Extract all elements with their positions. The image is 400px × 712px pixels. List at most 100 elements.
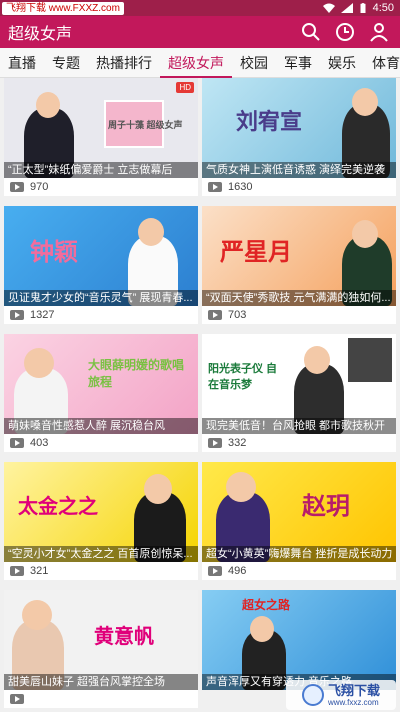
video-caption: 见证鬼才少女的“音乐灵气” 展现青春... [4,290,198,306]
video-card[interactable]: 周子十藻 超级女声 HD “正太型”妹纸偏爱爵士 立志做幕后 970 [4,78,198,196]
video-card[interactable]: 阳光表子仪 自在音乐梦 现完美低音！台风抢眼 都市歌技秋开 332 [202,334,396,452]
watermark-logo-icon [301,684,324,706]
poster-text: 大眼薛明媛的歌唱旅程 [88,358,185,389]
play-count-icon [208,438,222,448]
video-meta: 321 [4,562,198,580]
video-thumbnail[interactable]: 大眼薛明媛的歌唱旅程 萌妹嗓音性感惹人醉 展沉稳台风 [4,334,198,434]
search-button[interactable] [300,21,322,43]
video-thumbnail[interactable]: 严星月 “双面天使”秀歌技 元气满满的独如何... [202,206,396,306]
video-card[interactable]: 赵玥 超女“小黄英”嗨爆舞台 挫折是成长动力 496 [202,462,396,580]
video-thumbnail[interactable]: 刘宥宣 气质女神上演低音诱惑 演绎完美逆袭 [202,78,396,178]
tab-military[interactable]: 军事 [276,48,320,78]
video-card[interactable]: 大眼薛明媛的歌唱旅程 萌妹嗓音性感惹人醉 展沉稳台风 403 [4,334,198,452]
performer-face [24,348,54,378]
video-meta: 1630 [202,178,396,196]
play-count-icon [10,566,24,576]
poster-text: 阳光表子仪 自在音乐梦 [208,363,278,391]
wifi-icon [322,3,335,13]
video-caption: “空灵小才女”太金之之 百首原创惊呆... [4,546,198,562]
play-count-icon [10,310,24,320]
video-meta: 1327 [4,306,198,324]
app-bar: 超级女声 [0,16,400,48]
performer-face [138,218,164,246]
video-card[interactable]: 刘宥宣 气质女神上演低音诱惑 演绎完美逆袭 1630 [202,78,396,196]
battery-icon [360,3,366,13]
performer-face [250,616,274,642]
video-card[interactable]: 严星月 “双面天使”秀歌技 元气满满的独如何... 703 [202,206,396,324]
video-meta: 970 [4,178,198,196]
video-grid: 周子十藻 超级女声 HD “正太型”妹纸偏爱爵士 立志做幕后 970 刘宥宣 气… [0,78,400,712]
play-count: 332 [228,437,247,449]
signal-icon [340,3,353,13]
performer-face [304,346,330,374]
play-count: 1327 [30,309,55,321]
video-card[interactable]: 超女之路 声音浑厚又有穿透力 音乐之路 [202,590,396,690]
inset-photo [348,338,392,382]
status-bar: 飞翔下载 www.FXXZ.com 4:50 [0,0,400,16]
watermark-url: www.fxxz.com [327,697,379,707]
poster-text: 刘宥宣 [236,109,303,134]
video-caption: “正太型”妹纸偏爱爵士 立志做幕后 [4,162,198,178]
poster-text: 严星月 [220,239,292,266]
play-count-icon [208,182,222,192]
video-meta: 403 [4,434,198,452]
poster-text: 赵玥 [302,493,350,520]
channel-badge: HD [176,82,194,93]
video-card[interactable]: 太金之之 “空灵小才女”太金之之 百首原创惊呆... 321 [4,462,198,580]
performer-face [22,600,52,630]
video-meta: 332 [202,434,396,452]
poster-text: 黄意帆 [94,626,154,648]
play-count-icon [10,694,24,704]
video-thumbnail[interactable]: 黄意帆 甜美唇山妹子 超强台风掌控全场 [4,590,198,690]
appbar-actions [300,21,400,43]
performer-face [36,92,60,118]
play-count-icon [208,566,222,576]
tab-entertainment[interactable]: 娱乐 [320,48,364,78]
play-count: 496 [228,565,247,577]
tab-live[interactable]: 直播 [0,48,44,78]
page-title: 超级女声 [8,26,73,43]
video-thumbnail[interactable]: 周子十藻 超级女声 HD “正太型”妹纸偏爱爵士 立志做幕后 [4,78,198,178]
video-meta [4,690,198,708]
play-count-icon [10,182,24,192]
play-count: 403 [30,437,49,449]
video-caption: 超女“小黄英”嗨爆舞台 挫折是成长动力 [202,546,396,562]
tab-ranking[interactable]: 热播排行 [88,48,160,78]
video-thumbnail[interactable]: 阳光表子仪 自在音乐梦 现完美低音！台风抢眼 都市歌技秋开 [202,334,396,434]
status-right: 4:50 [322,2,400,14]
status-time: 4:50 [372,2,394,14]
tab-super-girl[interactable]: 超级女声 [160,48,232,78]
play-count: 703 [228,309,247,321]
video-card[interactable]: 黄意帆 甜美唇山妹子 超强台风掌控全场 [4,590,198,708]
performer-face [226,472,256,502]
poster-text: 太金之之 [18,496,98,518]
poster-text: 超女之路 [242,598,291,612]
performer-face [144,474,172,504]
video-thumbnail[interactable]: 太金之之 “空灵小才女”太金之之 百首原创惊呆... [4,462,198,562]
play-count: 970 [30,181,49,193]
site-watermark: 飞翔下载 www.fxxz.com [286,680,396,710]
watermark-brand: 飞翔下载 [327,682,380,698]
play-count-icon [10,438,24,448]
tab-sports[interactable]: 体育 [364,48,400,78]
watermark-text: 飞翔下载 www.fxxz.com [327,682,380,707]
status-watermark: 飞翔下载 www.FXXZ.com [2,1,124,15]
tab-campus[interactable]: 校园 [232,48,276,78]
video-card[interactable]: 钟颖 见证鬼才少女的“音乐灵气” 展现青春... 1327 [4,206,198,324]
video-caption: 现完美低音！台风抢眼 都市歌技秋开 [202,418,396,434]
poster-text: 钟颖 [30,239,78,266]
video-caption: 甜美唇山妹子 超强台风掌控全场 [4,674,198,690]
video-thumbnail[interactable]: 超女之路 声音浑厚又有穿透力 音乐之路 [202,590,396,690]
profile-button[interactable] [368,21,390,43]
clock-icon [336,23,354,41]
video-thumbnail[interactable]: 钟颖 见证鬼才少女的“音乐灵气” 展现青春... [4,206,198,306]
history-button[interactable] [334,21,356,43]
tab-topics[interactable]: 专题 [44,48,88,78]
video-thumbnail[interactable]: 赵玥 超女“小黄英”嗨爆舞台 挫折是成长动力 [202,462,396,562]
performer-face [352,88,378,116]
category-tabs: 直播 专题 热播排行 超级女声 校园 军事 娱乐 体育 ▼ [0,48,400,78]
play-count: 321 [30,565,49,577]
video-caption: “双面天使”秀歌技 元气满满的独如何... [202,290,396,306]
user-icon [370,23,388,42]
performer-face [352,220,378,248]
